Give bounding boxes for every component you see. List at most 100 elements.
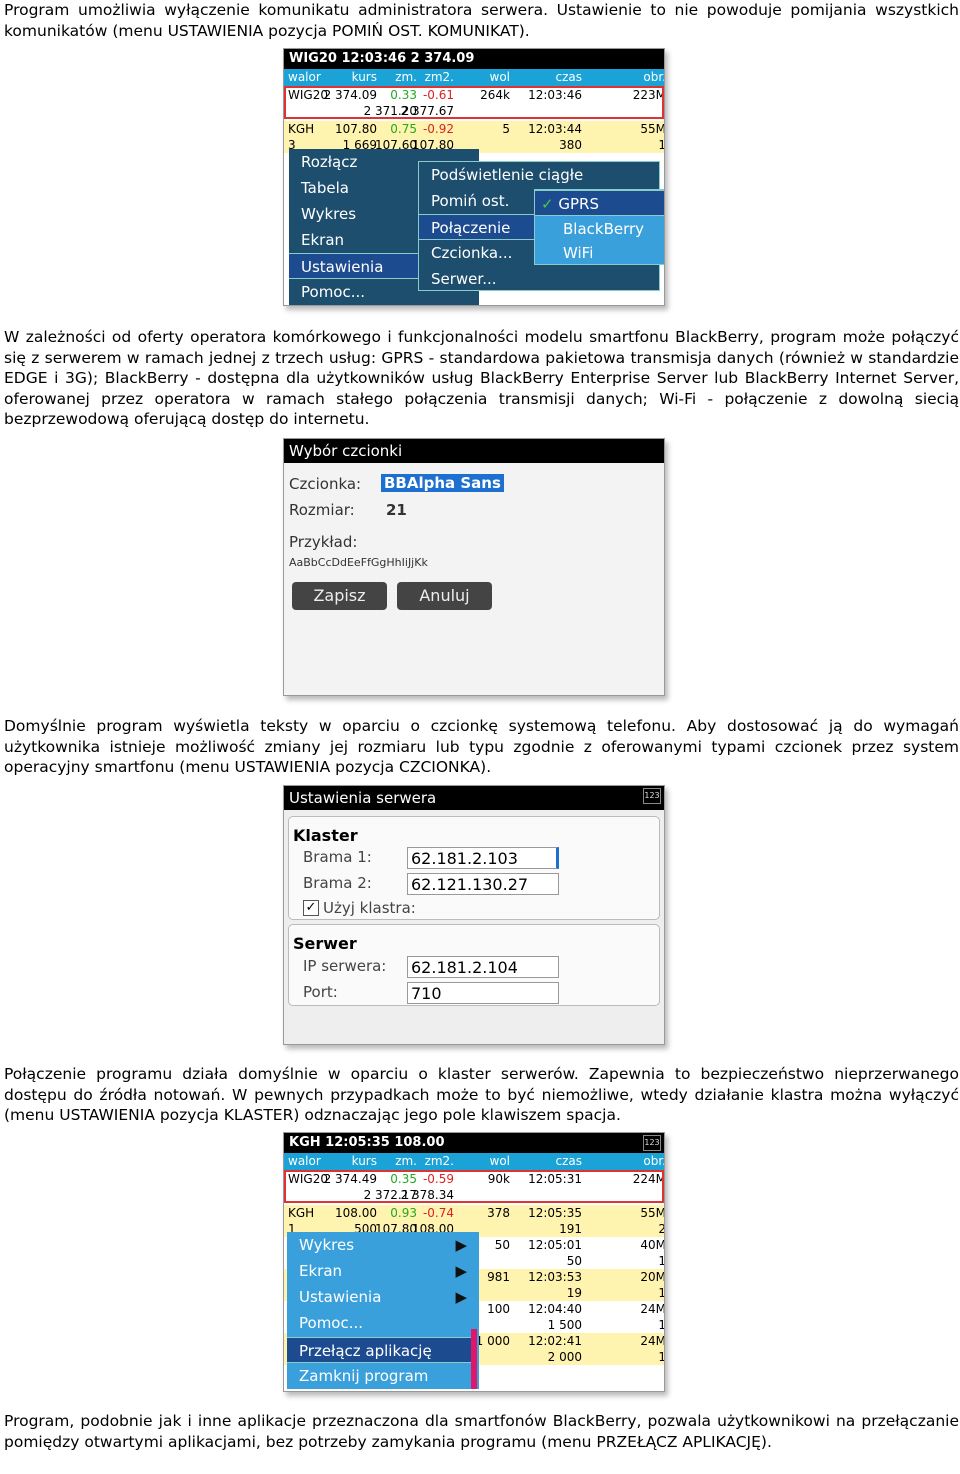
title-bar: Ustawienia serwera 123 <box>284 786 664 810</box>
paragraph-5: Program, podobnie jak i inne aplikacje p… <box>4 1412 959 1451</box>
gateway2-input[interactable]: 62.121.130.27 <box>407 873 559 895</box>
menu-item-label: Ekran <box>299 1262 343 1280</box>
column-6: obr. <box>643 70 665 84</box>
table-cell: KGH <box>288 1206 315 1220</box>
menu-item-blackberry[interactable]: BlackBerry <box>535 216 664 242</box>
menu-item-gprs[interactable]: ✓ GPRS <box>535 190 664 216</box>
table-row[interactable]: KGH 108.00 0.93 -0.74 378 12:05:35 55M <box>284 1205 664 1221</box>
column-3: zm2. <box>424 1154 454 1168</box>
table-cell: 108.00 <box>335 1206 377 1220</box>
keyboard-mode-icon: 123 <box>643 1135 661 1151</box>
table-cell: 2 000 <box>547 1350 582 1364</box>
title-bar: Wybór czcionki <box>284 439 664 463</box>
title-bar: KGH 12:05:35 108.00 123 <box>284 1133 664 1153</box>
menu-item-label: Ustawienia <box>299 1288 382 1306</box>
table-cell: 12:04:40 <box>528 1302 582 1316</box>
table-cell: 1 000 <box>475 1334 510 1348</box>
menu-item-label: Wykres <box>299 1236 355 1254</box>
menu-item-server[interactable]: Serwer... <box>419 266 659 292</box>
table-cell: 378 <box>487 1206 510 1220</box>
table-cell: 1 <box>658 137 664 153</box>
table-cell: 24M <box>640 1334 665 1348</box>
paragraph-1: Program umożliwia wyłączenie komunikatu … <box>4 1 959 40</box>
table-cell: 1 <box>658 1285 664 1301</box>
title-bar: WIG20 12:03:46 2 374.09 <box>284 49 664 69</box>
screenshot-connection-menu: WIG20 12:03:46 2 374.09 walor kurs zm. zm2.… <box>283 48 665 306</box>
submenu-arrow-icon: ▶ <box>455 1262 467 1280</box>
port-input[interactable]: 710 <box>407 982 559 1004</box>
keyboard-mode-icon: 123 <box>643 788 661 804</box>
server-group: Serwer IP serwera: 62.181.2.104 Port: 71… <box>288 924 660 1006</box>
table-cell: 55M <box>640 1206 665 1220</box>
table-cell: 50 <box>566 1254 582 1268</box>
column-2: zm. <box>395 1154 417 1168</box>
column-3: zm2. <box>424 70 454 84</box>
cluster-title: Klaster <box>293 826 358 845</box>
menu-item-wifi[interactable]: WiFi <box>535 240 664 266</box>
table-cell: 55M <box>640 122 665 136</box>
connection-submenu: ✓ GPRS BlackBerry WiFi <box>534 189 664 266</box>
menu-item-chart[interactable]: Wykres ▶ <box>287 1232 479 1258</box>
ip-label: IP serwera: <box>303 957 387 975</box>
gateway1-input[interactable]: 62.181.2.103 <box>407 847 559 869</box>
use-cluster-checkbox[interactable]: ✓ <box>303 900 319 916</box>
table-cell: 12:02:41 <box>528 1334 582 1348</box>
column-5: czas <box>555 1154 582 1168</box>
column-1: kurs <box>351 1154 377 1168</box>
menu-item-backlight[interactable]: Podświetlenie ciągłe <box>419 162 659 188</box>
menu-item-switch-app[interactable]: Przełącz aplikację <box>287 1337 471 1363</box>
screenshot-font-dialog: Wybór czcionki Czcionka: BBAlpha Sans Ro… <box>283 438 665 696</box>
column-5: czas <box>555 70 582 84</box>
table-cell: 1 <box>658 1253 664 1269</box>
column-0: walor <box>288 70 321 84</box>
table-cell: 1 <box>658 1317 664 1333</box>
check-icon: ✓ <box>541 195 554 213</box>
gateway1-label: Brama 1: <box>303 848 372 866</box>
column-4: wol <box>489 70 511 84</box>
font-label: Czcionka: <box>289 475 362 493</box>
screenshot-app-menu: KGH 12:05:35 108.00 123 walor kurs zm. zm2. w… <box>283 1132 665 1392</box>
ip-input[interactable]: 62.181.2.104 <box>407 956 559 978</box>
font-select[interactable]: BBAlpha Sans <box>381 474 504 492</box>
menu-item-label: GPRS <box>558 195 599 213</box>
submenu-arrow-icon: ▶ <box>455 1236 467 1254</box>
title-text: Ustawienia serwera <box>289 789 437 807</box>
table-cell: 12:05:01 <box>528 1238 582 1252</box>
table-cell: 24M <box>640 1302 665 1316</box>
menu-item-screen[interactable]: Ekran ▶ <box>287 1258 479 1284</box>
menu-item-close-program[interactable]: Zamknij program <box>287 1363 471 1389</box>
column-4: wol <box>489 1154 511 1168</box>
selected-row-frame <box>284 1170 664 1203</box>
scrollbar[interactable] <box>471 1329 477 1389</box>
table-cell: 107.80 <box>335 122 377 136</box>
column-2: zm. <box>395 70 417 84</box>
table-cell: 2 <box>658 1221 664 1237</box>
sample-label: Przykład: <box>289 533 358 551</box>
menu-item-settings[interactable]: Ustawienia ▶ <box>287 1284 479 1310</box>
table-row[interactable]: KGH 107.80 0.75 -0.92 5 12:03:44 55M <box>284 121 664 137</box>
table-cell: 1 <box>658 1349 664 1365</box>
column-header: walor kurs zm. zm2. wol czas obr. <box>284 69 664 86</box>
sample-text: AaBbCcDdEeFfGgHhIiJjKk <box>289 556 428 569</box>
table-cell: 12:03:44 <box>528 122 582 136</box>
table-cell: 40M <box>640 1238 665 1252</box>
gateway2-label: Brama 2: <box>303 874 372 892</box>
column-6: obr. <box>643 1154 665 1168</box>
paragraph-3: Domyślnie program wyświetla teksty w opa… <box>4 717 959 776</box>
paragraph-2: W zależności od oferty operatora komórko… <box>4 328 959 428</box>
table-cell: 380 <box>559 138 582 152</box>
table-cell: -0.92 <box>422 122 454 136</box>
selected-row-frame <box>284 86 664 119</box>
save-button[interactable]: Zapisz <box>292 582 387 610</box>
table-cell: 12:05:35 <box>528 1206 582 1220</box>
cancel-button[interactable]: Anuluj <box>397 582 492 610</box>
size-select[interactable]: 21 <box>386 501 407 519</box>
table-cell: 981 <box>487 1270 510 1284</box>
column-header: walor kurs zm. zm2. wol czas obr. <box>284 1153 664 1170</box>
table-cell: 1 500 <box>547 1318 582 1332</box>
port-label: Port: <box>303 983 338 1001</box>
title-text: KGH 12:05:35 108.00 <box>289 1135 445 1150</box>
app-menu: Wykres ▶ Ekran ▶ Ustawienia ▶ Pomoc... Prze… <box>287 1232 479 1389</box>
table-cell: 100 <box>487 1302 510 1316</box>
menu-item-help[interactable]: Pomoc... <box>287 1310 479 1336</box>
